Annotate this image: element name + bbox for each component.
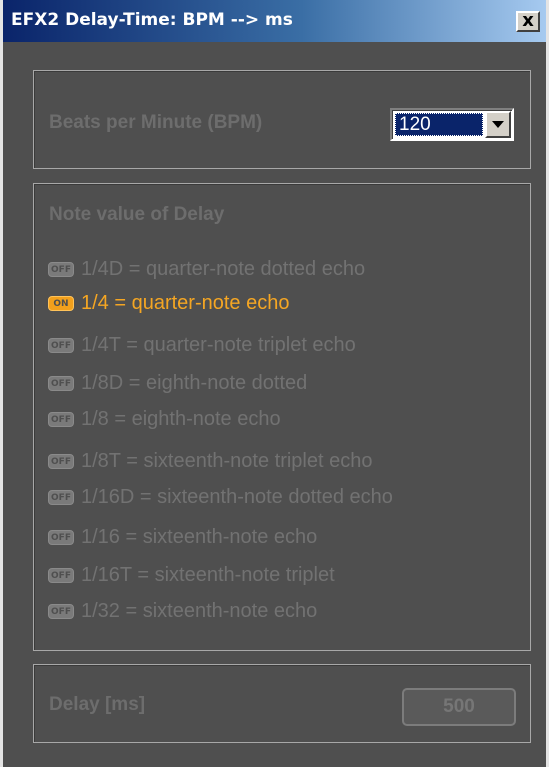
note-value-group: Note value of Delay OFF 1/4D = quarter-n… <box>33 183 531 651</box>
note-option-label: 1/16D = sixteenth-note dotted echo <box>81 485 393 508</box>
toggle-off-icon[interactable]: OFF <box>48 567 74 583</box>
chevron-down-icon[interactable] <box>485 111 511 138</box>
toggle-off-icon[interactable]: OFF <box>48 337 74 353</box>
note-option-1-16[interactable]: OFF 1/16 = sixteenth-note echo <box>48 522 317 552</box>
note-option-label: 1/4D = quarter-note dotted echo <box>81 257 366 280</box>
note-option-label: 1/4T = quarter-note triplet echo <box>81 333 356 356</box>
bpm-group: Beats per Minute (BPM) 120 <box>33 70 531 169</box>
note-value-title: Note value of Delay <box>49 204 225 225</box>
note-option-label: 1/32 = sixteenth-note echo <box>81 599 318 622</box>
toggle-off-icon[interactable]: OFF <box>48 529 74 545</box>
delay-group: Delay [ms] 500 <box>33 664 531 743</box>
note-option-1-8[interactable]: OFF 1/8 = eighth-note echo <box>48 404 281 434</box>
note-option-1-32[interactable]: OFF 1/32 = sixteenth-note echo <box>48 596 317 626</box>
toggle-off-icon[interactable]: OFF <box>48 603 74 619</box>
toggle-off-icon[interactable]: OFF <box>48 453 74 469</box>
note-option-1-16d[interactable]: OFF 1/16D = sixteenth-note dotted echo <box>48 482 393 512</box>
toggle-off-icon[interactable]: OFF <box>48 411 74 427</box>
delay-label: Delay [ms] <box>49 694 146 715</box>
bpm-label: Beats per Minute (BPM) <box>49 112 263 133</box>
note-option-1-4t[interactable]: OFF 1/4T = quarter-note triplet echo <box>48 330 356 360</box>
toggle-off-icon[interactable]: OFF <box>48 261 74 277</box>
note-option-label: 1/8 = eighth-note echo <box>81 407 281 430</box>
close-button[interactable]: x <box>516 11 540 32</box>
bpm-select-value: 120 <box>395 113 483 136</box>
delay-ms-field: 500 <box>402 688 516 726</box>
bpm-select[interactable]: 120 <box>390 108 514 141</box>
toggle-on-icon[interactable]: ON <box>48 295 74 311</box>
window-title: EFX2 Delay-Time: BPM --> ms <box>11 10 293 30</box>
note-option-label: 1/16 = sixteenth-note echo <box>81 525 318 548</box>
note-option-label: 1/16T = sixteenth-note triplet <box>81 563 335 586</box>
note-option-label: 1/8T = sixteenth-note triplet echo <box>81 449 373 472</box>
note-option-1-16t[interactable]: OFF 1/16T = sixteenth-note triplet <box>48 560 335 590</box>
note-option-1-8d[interactable]: OFF 1/8D = eighth-note dotted <box>48 368 307 398</box>
close-icon: x <box>522 10 534 31</box>
toggle-off-icon[interactable]: OFF <box>48 489 74 505</box>
note-option-label: 1/8D = eighth-note dotted <box>81 371 308 394</box>
note-option-1-4[interactable]: ON 1/4 = quarter-note echo <box>48 288 289 318</box>
note-option-1-8t[interactable]: OFF 1/8T = sixteenth-note triplet echo <box>48 446 372 476</box>
delay-time-window: EFX2 Delay-Time: BPM --> ms x Beats per … <box>0 0 549 767</box>
toggle-off-icon[interactable]: OFF <box>48 375 74 391</box>
note-option-label: 1/4 = quarter-note echo <box>81 291 290 314</box>
note-option-1-4d[interactable]: OFF 1/4D = quarter-note dotted echo <box>48 254 365 284</box>
title-bar[interactable]: EFX2 Delay-Time: BPM --> ms x <box>3 0 546 42</box>
